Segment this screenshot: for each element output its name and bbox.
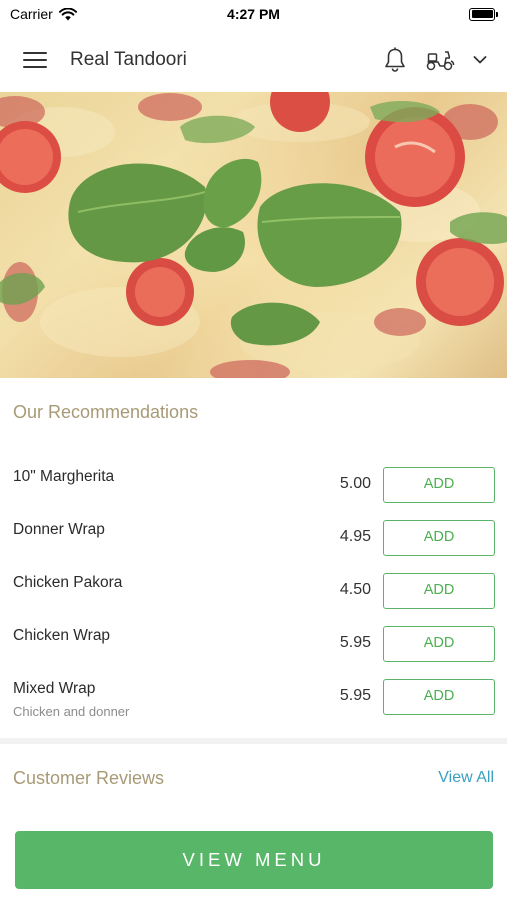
recommendations-list: 10" Margherita 5.00 ADD Donner Wrap 4.95…: [0, 458, 507, 723]
item-description: Chicken and donner: [13, 704, 130, 719]
item-price: 5.00: [339, 475, 371, 492]
delivery-scooter-icon[interactable]: [425, 48, 455, 72]
item-price: 5.95: [339, 687, 371, 704]
add-button[interactable]: ADD: [383, 573, 495, 609]
header-actions: [383, 47, 487, 73]
pizza-photo-icon: [0, 92, 507, 378]
recommendations-heading: Our Recommendations: [13, 402, 199, 422]
list-item: Mixed Wrap Chicken and donner 5.95 ADD: [0, 670, 507, 723]
list-item: Donner Wrap 4.95 ADD: [0, 511, 507, 564]
carrier-label: Carrier: [10, 6, 53, 22]
item-name: Mixed Wrap: [13, 680, 96, 697]
list-item: 10" Margherita 5.00 ADD: [0, 458, 507, 511]
restaurant-title: Real Tandoori: [70, 49, 187, 70]
hamburger-menu-icon[interactable]: [22, 50, 48, 70]
status-left: Carrier: [10, 6, 77, 22]
status-bar: Carrier 4:27 PM: [0, 0, 507, 28]
hero-image: [0, 92, 507, 378]
item-name: Donner Wrap: [13, 521, 105, 538]
item-price: 4.50: [339, 581, 371, 598]
list-item: Chicken Pakora 4.50 ADD: [0, 564, 507, 617]
view-menu-button[interactable]: VIEW MENU: [15, 831, 493, 889]
section-divider: [0, 738, 507, 744]
app-header: Real Tandoori: [0, 28, 507, 92]
item-price: 5.95: [339, 634, 371, 651]
wifi-icon: [58, 7, 77, 20]
add-button[interactable]: ADD: [383, 679, 495, 715]
item-price: 4.95: [339, 528, 371, 545]
list-item: Chicken Wrap 5.95 ADD: [0, 617, 507, 670]
item-name: 10" Margherita: [13, 468, 115, 485]
reviews-heading: Customer Reviews: [13, 768, 165, 788]
add-button[interactable]: ADD: [383, 520, 495, 556]
bell-icon[interactable]: [383, 47, 407, 73]
chevron-down-icon[interactable]: [473, 55, 487, 65]
view-all-link[interactable]: View All: [438, 769, 494, 787]
add-button[interactable]: ADD: [383, 626, 495, 662]
item-name: Chicken Wrap: [13, 627, 111, 644]
add-button[interactable]: ADD: [383, 467, 495, 503]
item-name: Chicken Pakora: [13, 574, 123, 591]
battery-icon: [469, 7, 498, 21]
